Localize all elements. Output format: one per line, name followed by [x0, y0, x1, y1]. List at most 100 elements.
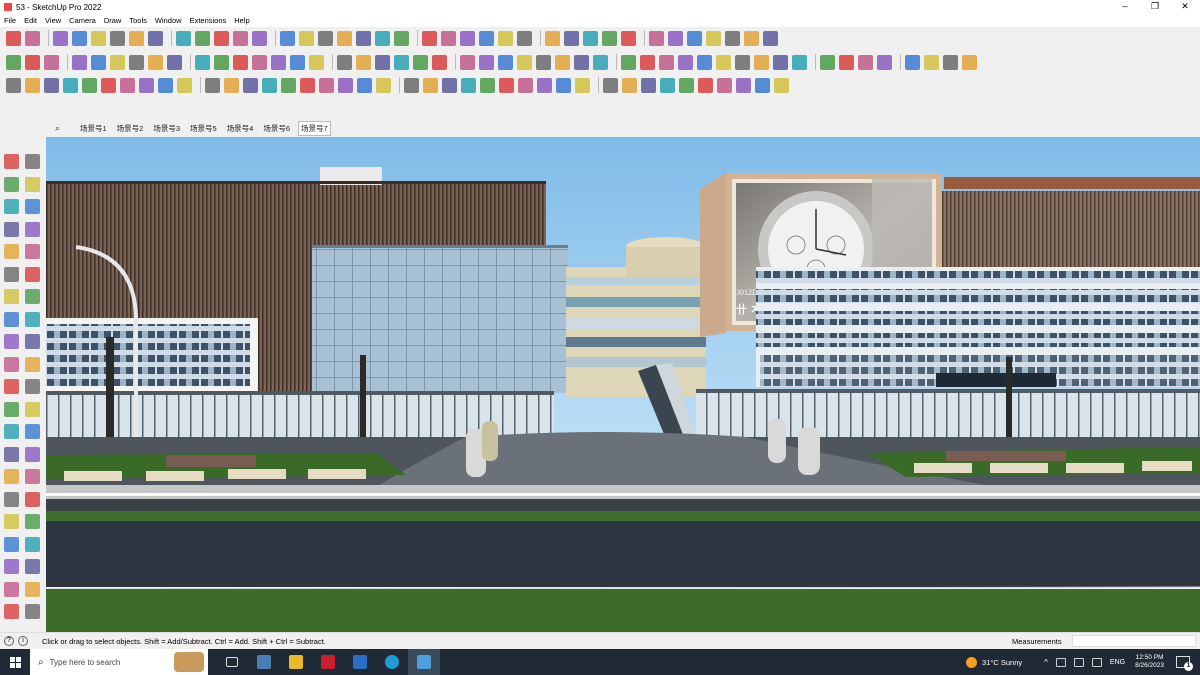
tool-palette-icon[interactable] — [25, 401, 40, 417]
toolbar-tool-icon[interactable] — [536, 54, 551, 70]
show-hidden-icons-icon[interactable]: ^ — [1044, 658, 1048, 667]
tool-palette-icon[interactable] — [25, 446, 40, 462]
minimize-button[interactable]: – — [1110, 0, 1140, 14]
tool-palette-icon[interactable] — [25, 199, 40, 214]
menu-draw[interactable]: Draw — [104, 16, 122, 25]
toolbar-tool-icon[interactable] — [271, 54, 286, 70]
tool-palette-icon[interactable] — [25, 154, 40, 169]
language-indicator[interactable]: ENG — [1110, 659, 1125, 666]
toolbar-tool-icon[interactable] — [622, 77, 637, 93]
tool-palette-icon[interactable] — [4, 446, 19, 462]
menu-file[interactable]: File — [4, 16, 16, 25]
toolbar-tool-icon[interactable] — [337, 54, 352, 70]
toolbar-tool-icon[interactable] — [290, 54, 305, 70]
sketchup-app-button[interactable] — [408, 649, 440, 675]
toolbar-tool-icon[interactable] — [25, 77, 40, 93]
weather-text[interactable]: 31°C Sunny — [982, 658, 1022, 667]
toolbar-tool-icon[interactable] — [262, 77, 277, 93]
tool-palette-icon[interactable] — [4, 266, 19, 282]
toolbar-tool-icon[interactable] — [820, 54, 835, 70]
toolbar-tool-icon[interactable] — [649, 30, 664, 46]
toolbar-tool-icon[interactable] — [877, 54, 892, 70]
toolbar-tool-icon[interactable] — [744, 30, 759, 46]
toolbar-tool-icon[interactable] — [243, 77, 258, 93]
toolbar-tool-icon[interactable] — [621, 54, 636, 70]
toolbar-tool-icon[interactable] — [574, 54, 589, 70]
toolbar-tool-icon[interactable] — [735, 54, 750, 70]
toolbar-tool-icon[interactable] — [423, 77, 438, 93]
toolbar-tool-icon[interactable] — [319, 77, 334, 93]
toolbar-tool-icon[interactable] — [556, 77, 571, 93]
toolbar-tool-icon[interactable] — [839, 54, 854, 70]
toolbar-tool-icon[interactable] — [120, 77, 135, 93]
model-viewport[interactable]: 3012D 卄 ㅈtt — [46, 137, 1200, 632]
tool-palette-icon[interactable] — [4, 334, 19, 349]
tool-palette-icon[interactable] — [4, 176, 19, 192]
toolbar-tool-icon[interactable] — [300, 77, 315, 93]
toolbar-tool-icon[interactable] — [583, 30, 598, 46]
toolbar-tool-icon[interactable] — [442, 77, 457, 93]
toolbar-tool-icon[interactable] — [167, 54, 182, 70]
tool-palette-icon[interactable] — [25, 176, 40, 192]
tool-palette-icon[interactable] — [4, 379, 19, 394]
tool-palette-icon[interactable] — [25, 244, 40, 259]
toolbar-tool-icon[interactable] — [422, 30, 437, 46]
scene-tab-5[interactable]: 场景号5 — [188, 122, 219, 135]
tool-palette-icon[interactable] — [4, 559, 19, 574]
scene-tab-4[interactable]: 场景号4 — [225, 122, 256, 135]
toolbar-tool-icon[interactable] — [792, 54, 807, 70]
toolbar-tool-icon[interactable] — [63, 77, 78, 93]
toolbar-tool-icon[interactable] — [233, 54, 248, 70]
toolbar-tool-icon[interactable] — [717, 77, 732, 93]
toolbar-tool-icon[interactable] — [858, 54, 873, 70]
toolbar-tool-icon[interactable] — [479, 54, 494, 70]
tool-palette-icon[interactable] — [4, 356, 19, 372]
scene-tab-2[interactable]: 场景号2 — [115, 122, 146, 135]
toolbar-tool-icon[interactable] — [545, 30, 560, 46]
scene-tab-7[interactable]: 场景号7 — [298, 121, 331, 136]
network-icon[interactable] — [1055, 657, 1066, 667]
geo-location-icon[interactable]: i — [18, 636, 28, 646]
toolbar-tool-icon[interactable] — [176, 30, 191, 46]
tool-palette-icon[interactable] — [4, 536, 19, 552]
tool-palette-icon[interactable] — [4, 199, 19, 214]
toolbar-tool-icon[interactable] — [139, 77, 154, 93]
tool-palette-icon[interactable] — [25, 581, 40, 597]
tool-palette-icon[interactable] — [25, 379, 40, 394]
toolbar-tool-icon[interactable] — [195, 54, 210, 70]
notification-icon[interactable]: 1 — [1176, 656, 1193, 671]
toolbar-tool-icon[interactable] — [602, 30, 617, 46]
start-button[interactable] — [0, 649, 30, 675]
edge-app-button[interactable] — [376, 649, 408, 675]
toolbar-tool-icon[interactable] — [356, 54, 371, 70]
toolbar-tool-icon[interactable] — [214, 30, 229, 46]
clock[interactable]: 12:50 PM 8/26/2023 — [1135, 654, 1164, 670]
toolbar-tool-icon[interactable] — [309, 54, 324, 70]
toolbar-tool-icon[interactable] — [621, 30, 636, 46]
tool-palette-icon[interactable] — [25, 424, 40, 439]
tool-palette-icon[interactable] — [25, 356, 40, 372]
toolbar-tool-icon[interactable] — [224, 77, 239, 93]
toolbar-tool-icon[interactable] — [82, 77, 97, 93]
menu-tools[interactable]: Tools — [129, 16, 147, 25]
toolbar-tool-icon[interactable] — [773, 54, 788, 70]
toolbar-tool-icon[interactable] — [25, 30, 40, 46]
toolbar-tool-icon[interactable] — [214, 54, 229, 70]
toolbar-tool-icon[interactable] — [518, 77, 533, 93]
toolbar-tool-icon[interactable] — [91, 54, 106, 70]
toolbar-tool-icon[interactable] — [461, 77, 476, 93]
toolbar-tool-icon[interactable] — [640, 54, 655, 70]
tool-palette-icon[interactable] — [4, 469, 19, 484]
toolbar-tool-icon[interactable] — [252, 54, 267, 70]
tool-palette-icon[interactable] — [4, 491, 19, 507]
display-icon[interactable] — [1073, 657, 1084, 667]
toolbar-tool-icon[interactable] — [375, 54, 390, 70]
toolbar-tool-icon[interactable] — [679, 77, 694, 93]
toolbar-tool-icon[interactable] — [678, 54, 693, 70]
instructor-icon[interactable]: ? — [4, 636, 14, 646]
close-button[interactable]: ✕ — [1170, 0, 1200, 14]
toolbar-tool-icon[interactable] — [299, 30, 314, 46]
toolbar-tool-icon[interactable] — [537, 77, 552, 93]
menu-help[interactable]: Help — [234, 16, 249, 25]
scene-tab-1[interactable]: 场景号1 — [78, 122, 109, 135]
